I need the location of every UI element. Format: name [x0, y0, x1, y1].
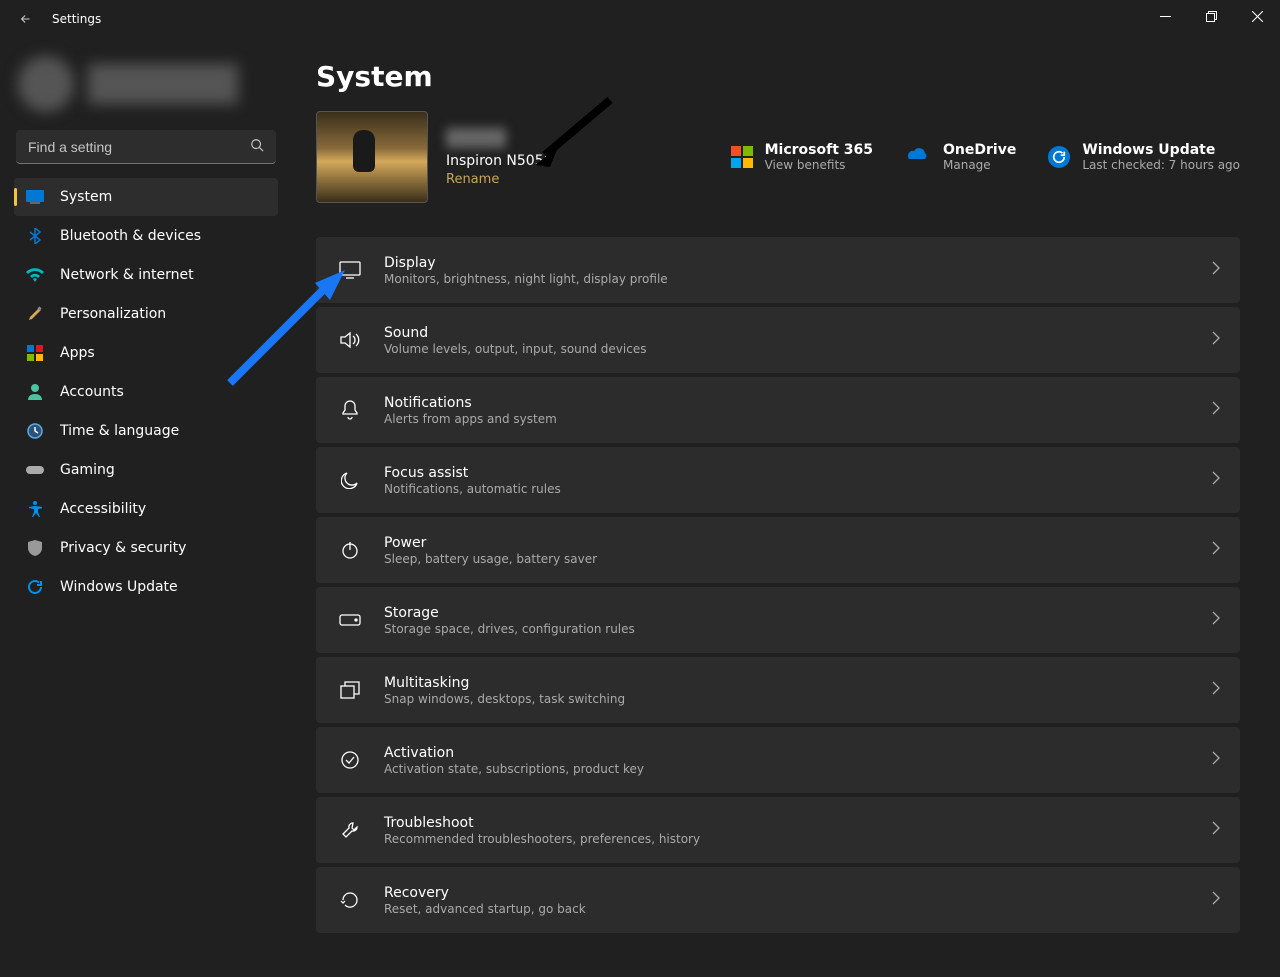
sidebar-item-label: System — [60, 189, 112, 205]
close-button[interactable] — [1234, 0, 1280, 32]
setting-multitasking[interactable]: MultitaskingSnap windows, desktops, task… — [316, 657, 1240, 723]
sidebar-item-label: Windows Update — [60, 579, 178, 595]
bell-icon — [336, 400, 364, 420]
setting-recovery[interactable]: RecoveryReset, advanced startup, go back — [316, 867, 1240, 933]
gaming-icon — [26, 461, 44, 479]
back-button[interactable] — [18, 11, 34, 27]
update-icon — [26, 578, 44, 596]
rename-link[interactable]: Rename — [446, 172, 553, 187]
system-icon — [26, 188, 44, 206]
accessibility-icon — [26, 500, 44, 518]
moon-icon — [336, 471, 364, 489]
setting-sound[interactable]: SoundVolume levels, output, input, sound… — [316, 307, 1240, 373]
device-header: Inspiron N5050 Rename Microsoft 365View … — [316, 111, 1240, 203]
main-content: System Inspiron N5050 Rename Microsoft 3… — [290, 38, 1280, 977]
window-title: Settings — [52, 12, 101, 26]
power-icon — [336, 541, 364, 559]
sidebar-item-label: Accessibility — [60, 501, 146, 517]
titlebar: Settings — [0, 0, 1280, 38]
multitasking-icon — [336, 681, 364, 699]
sidebar-item-bluetooth[interactable]: Bluetooth & devices — [14, 217, 278, 255]
chevron-right-icon — [1212, 331, 1220, 349]
microsoft-icon — [731, 146, 753, 168]
chevron-right-icon — [1212, 401, 1220, 419]
sidebar-item-system[interactable]: System — [14, 178, 278, 216]
avatar — [18, 56, 74, 112]
card-microsoft365[interactable]: Microsoft 365View benefits — [731, 142, 873, 172]
bluetooth-icon — [26, 227, 44, 245]
setting-troubleshoot[interactable]: TroubleshootRecommended troubleshooters,… — [316, 797, 1240, 863]
device-model: Inspiron N5050 — [446, 150, 553, 172]
sidebar-item-accessibility[interactable]: Accessibility — [14, 490, 278, 528]
sidebar-item-label: Accounts — [60, 384, 124, 400]
maximize-button[interactable] — [1188, 0, 1234, 32]
setting-focus-assist[interactable]: Focus assistNotifications, automatic rul… — [316, 447, 1240, 513]
chevron-right-icon — [1212, 541, 1220, 559]
recovery-icon — [336, 892, 364, 908]
storage-icon — [336, 614, 364, 626]
sidebar-item-label: Gaming — [60, 462, 115, 478]
search-icon — [250, 138, 264, 156]
sidebar-item-privacy[interactable]: Privacy & security — [14, 529, 278, 567]
setting-storage[interactable]: StorageStorage space, drives, configurat… — [316, 587, 1240, 653]
setting-display[interactable]: DisplayMonitors, brightness, night light… — [316, 237, 1240, 303]
search-input[interactable] — [16, 130, 276, 164]
sidebar-item-label: Personalization — [60, 306, 166, 322]
chevron-right-icon — [1212, 891, 1220, 909]
device-thumbnail — [316, 111, 428, 203]
clock-icon — [26, 422, 44, 440]
sidebar-item-personalization[interactable]: Personalization — [14, 295, 278, 333]
setting-activation[interactable]: ActivationActivation state, subscription… — [316, 727, 1240, 793]
sidebar-item-label: Bluetooth & devices — [60, 228, 201, 244]
sidebar-item-accounts[interactable]: Accounts — [14, 373, 278, 411]
check-circle-icon — [336, 751, 364, 769]
card-windows-update[interactable]: Windows UpdateLast checked: 7 hours ago — [1048, 142, 1240, 172]
chevron-right-icon — [1212, 821, 1220, 839]
update-icon — [1048, 146, 1070, 168]
sidebar-item-network[interactable]: Network & internet — [14, 256, 278, 294]
sidebar-item-label: Apps — [60, 345, 95, 361]
shield-icon — [26, 539, 44, 557]
sidebar-item-label: Time & language — [60, 423, 179, 439]
card-onedrive[interactable]: OneDriveManage — [905, 142, 1016, 172]
chevron-right-icon — [1212, 261, 1220, 279]
chevron-right-icon — [1212, 611, 1220, 629]
setting-notifications[interactable]: NotificationsAlerts from apps and system — [316, 377, 1240, 443]
wrench-icon — [336, 821, 364, 839]
chevron-right-icon — [1212, 471, 1220, 489]
wifi-icon — [26, 266, 44, 284]
sidebar-item-label: Privacy & security — [60, 540, 186, 556]
sidebar-item-gaming[interactable]: Gaming — [14, 451, 278, 489]
display-icon — [336, 261, 364, 279]
onedrive-icon — [905, 146, 931, 168]
apps-icon — [26, 344, 44, 362]
paintbrush-icon — [26, 305, 44, 323]
minimize-button[interactable] — [1142, 0, 1188, 32]
user-name — [88, 64, 238, 104]
sidebar-item-label: Network & internet — [60, 267, 194, 283]
sidebar: System Bluetooth & devices Network & int… — [0, 38, 290, 977]
sidebar-item-apps[interactable]: Apps — [14, 334, 278, 372]
chevron-right-icon — [1212, 681, 1220, 699]
sidebar-item-time-language[interactable]: Time & language — [14, 412, 278, 450]
device-name — [446, 128, 506, 148]
page-title: System — [316, 60, 1240, 93]
person-icon — [26, 383, 44, 401]
setting-power[interactable]: PowerSleep, battery usage, battery saver — [316, 517, 1240, 583]
window-controls — [1142, 0, 1280, 32]
sidebar-item-windows-update[interactable]: Windows Update — [14, 568, 278, 606]
settings-list: DisplayMonitors, brightness, night light… — [316, 237, 1240, 933]
chevron-right-icon — [1212, 751, 1220, 769]
user-account-block[interactable] — [10, 48, 282, 130]
sound-icon — [336, 331, 364, 349]
